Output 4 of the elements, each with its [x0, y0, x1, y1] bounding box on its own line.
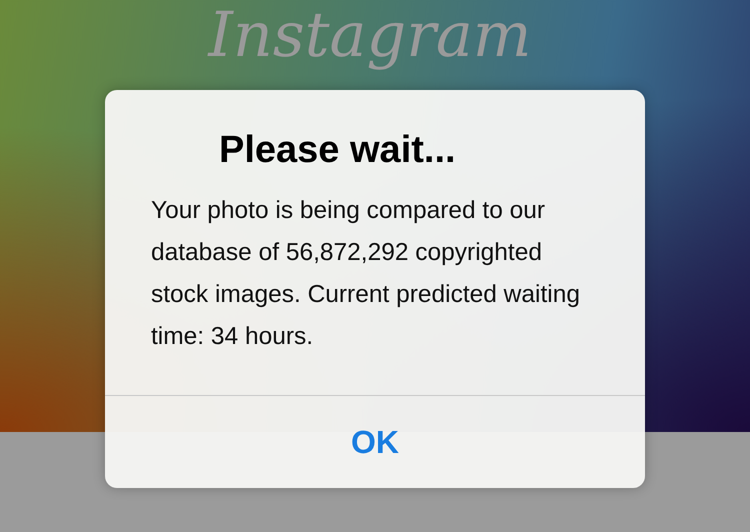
alert-message: Your photo is being compared to our database of 56,872,292 copyrighted stock images. Current predicted waiting time: 34 hours.: [151, 196, 581, 352]
app-logo: Instagram: [208, 0, 532, 73]
ok-button[interactable]: OK: [105, 396, 645, 488]
alert-title: Please wait...: [219, 128, 457, 173]
